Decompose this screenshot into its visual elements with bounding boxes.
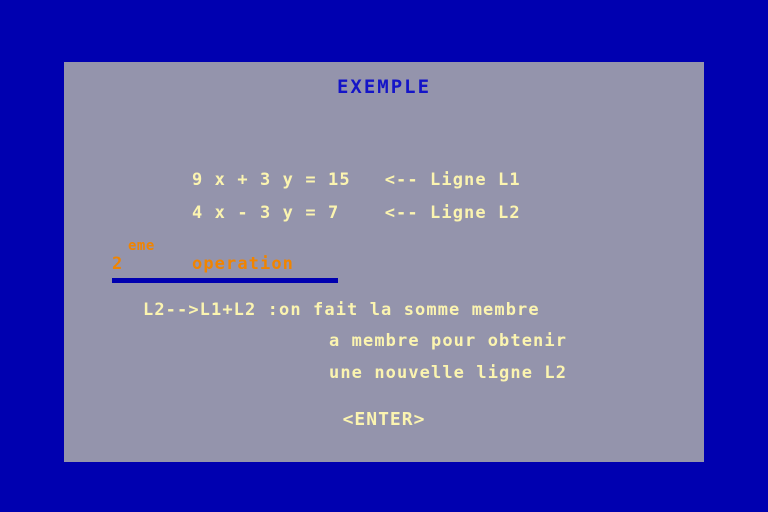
description-line-2: a membre pour obtenir [329, 331, 568, 351]
page-title: EXEMPLE [336, 76, 432, 98]
operation-label: operation [192, 254, 295, 274]
operation-heading-underline [112, 278, 338, 283]
equation-line-1: 9 x + 3 y = 15 <-- Ligne L1 [192, 170, 521, 190]
operation-ordinal-suffix: eme [128, 238, 155, 254]
operation-number: 2 [112, 254, 123, 274]
description-line-1: L2-->L1+L2 :on fait la somme membre [143, 300, 540, 320]
operation-heading: 2 eme operation [112, 236, 412, 283]
enter-prompt[interactable]: <ENTER> [64, 409, 704, 430]
description-line-3: une nouvelle ligne L2 [329, 363, 568, 383]
screen: EXEMPLE 9 x + 3 y = 15 <-- Ligne L1 4 x … [0, 0, 768, 512]
content-panel: EXEMPLE 9 x + 3 y = 15 <-- Ligne L1 4 x … [64, 62, 704, 462]
equation-line-2: 4 x - 3 y = 7 <-- Ligne L2 [192, 203, 521, 223]
